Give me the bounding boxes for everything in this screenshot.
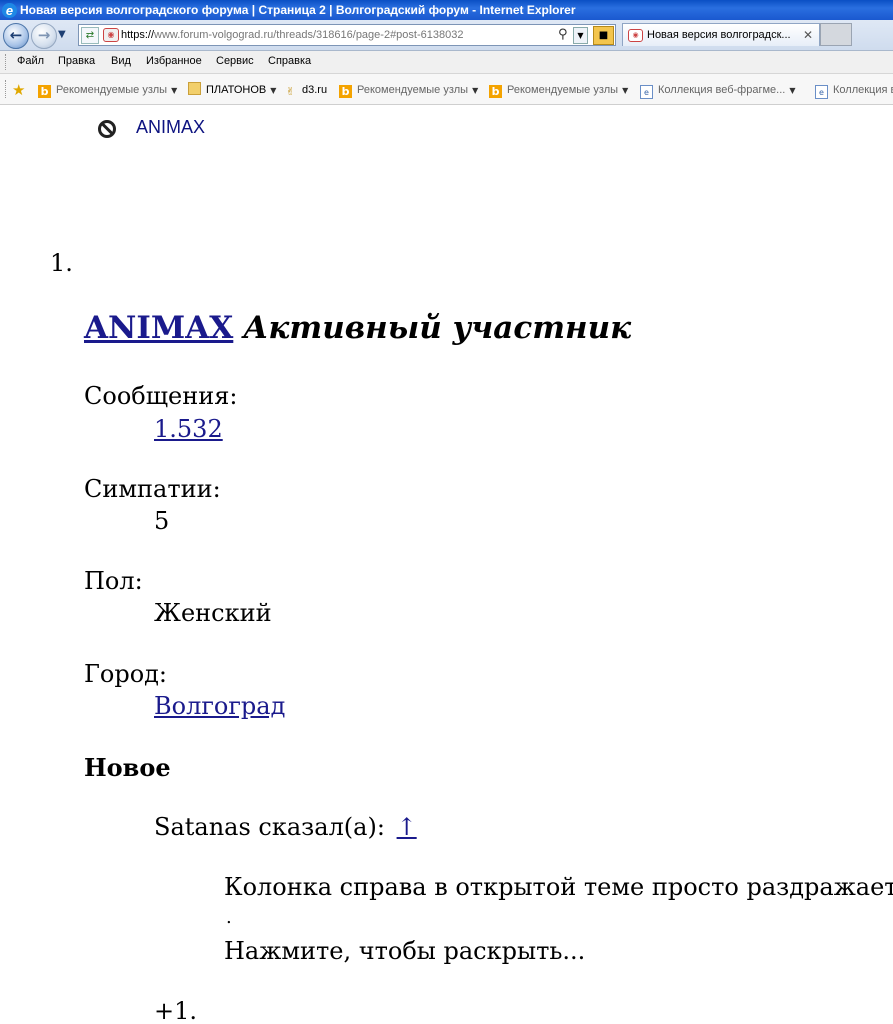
gender-value: Женский [154,599,272,627]
toolbar-grip[interactable] [5,54,8,70]
forward-button[interactable]: → [31,23,57,49]
address-url-path: /threads/318616/page-2#post-6138032 [273,29,464,41]
compatibility-view-icon[interactable]: ⇄ [81,27,99,44]
username-link[interactable]: ANIMAX [84,310,233,346]
menu-edit[interactable]: Правка [58,55,95,67]
favorite-folder[interactable]: ПЛАТОНОВ ▼ [188,82,276,98]
city-link[interactable]: Волгоград [154,692,285,720]
recent-pages-dropdown[interactable]: ▼ [58,29,66,40]
internet-explorer-icon: e [2,2,17,18]
tab-title: Новая версия волгоградск... [647,29,791,41]
favorite-item[interactable]: e Коллекция в [815,82,893,99]
messages-count-link[interactable]: 1.532 [154,415,223,443]
folder-icon [188,82,201,95]
close-tab-icon[interactable]: ✕ [803,24,813,46]
new-tab-button[interactable] [820,23,852,46]
likes-count: 5 [154,507,170,535]
address-dropdown-icon[interactable]: ▼ [573,27,588,44]
menu-favorites[interactable]: Избранное [146,55,202,67]
chevron-down-icon: ▼ [472,86,479,95]
new-badge: Новое [84,753,171,782]
webslice-icon: e [640,85,653,99]
d3-icon: ✌ [285,85,296,98]
bing-icon: b [38,85,51,98]
back-arrow-icon: ← [9,26,23,44]
address-url-host: www.forum-volgograd.ru [154,29,274,41]
go-to-quoted-post-icon[interactable]: ↑ [397,813,417,841]
favorites-bar: ★ b Рекомендуемые узлы ▼ ПЛАТОНОВ ▼ ✌ d3.ru … [0,74,893,105]
list-number: 1. [50,249,73,277]
quote-ellipsis-dot: . [226,907,232,928]
bing-icon: b [489,85,502,98]
ban-icon [98,120,116,138]
ignored-username[interactable]: ANIMAX [136,117,205,138]
navigation-bar: ← → ▼ ⇄ ◉ https://www.forum-volgograd.ru… [0,20,893,51]
chevron-down-icon: ▼ [622,86,629,95]
menu-help[interactable]: Справка [268,55,311,67]
page-content: ANIMAX 1. ANIMAX Активный участник Сообщ… [0,105,893,1024]
chevron-down-icon: ▼ [171,86,178,95]
tab-favicon-icon: ◉ [628,29,643,42]
favorite-item[interactable]: b Рекомендуемые узлы ▼ [489,82,628,98]
add-favorite-star-icon: ★ [12,81,26,99]
likes-label: Симпатии: [84,475,221,503]
menu-view[interactable]: Вид [111,55,131,67]
quote-text: Колонка справа в открытой теме просто ра… [224,873,893,901]
back-button[interactable]: ← [3,23,29,49]
favorite-item[interactable]: b Рекомендуемые узлы ▼ [339,82,478,98]
favorite-item[interactable]: b Рекомендуемые узлы ▼ [38,82,177,98]
chevron-down-icon: ▼ [789,86,796,95]
quote-expand-link[interactable]: Нажмите, чтобы раскрыть... [224,937,585,965]
menu-tools[interactable]: Сервис [216,55,254,67]
city-label: Город: [84,660,168,688]
favorite-item[interactable]: e Коллекция веб-фрагме... ▼ [640,82,796,99]
user-header: ANIMAX Активный участник [84,310,631,346]
menu-bar: Файл Правка Вид Избранное Сервис Справка [0,51,893,74]
gender-label: Пол: [84,567,143,595]
quote-author: Satanas сказал(а): [154,813,385,841]
lock-icon[interactable]: ■ [593,26,614,45]
window-title: Новая версия волгоградского форума | Стр… [20,3,576,17]
bing-icon: b [339,85,352,98]
site-favicon-icon: ◉ [103,28,119,42]
favorites-center-button[interactable]: ★ [12,82,30,98]
messages-label: Сообщения: [84,382,238,410]
chevron-down-icon: ▼ [270,86,277,95]
window-title-bar: e Новая версия волгоградского форума | С… [0,0,893,20]
toolbar-grip[interactable] [5,80,8,98]
address-url[interactable]: https://www.forum-volgograd.ru/threads/3… [121,25,463,45]
forward-arrow-icon: → [37,26,51,44]
search-icon[interactable]: ⚲ [558,25,568,45]
user-title: Активный участник [243,310,632,346]
address-bar[interactable]: ⇄ ◉ https://www.forum-volgograd.ru/threa… [78,24,616,46]
menu-file[interactable]: Файл [17,55,44,67]
favorite-item[interactable]: ✌ d3.ru [284,82,327,98]
webslice-icon: e [815,85,828,99]
browser-tab[interactable]: ◉ Новая версия волгоградск... ✕ [622,23,820,46]
post-text: +1. [154,997,198,1024]
quote-attribution: Satanas сказал(а): ↑ [154,813,417,841]
